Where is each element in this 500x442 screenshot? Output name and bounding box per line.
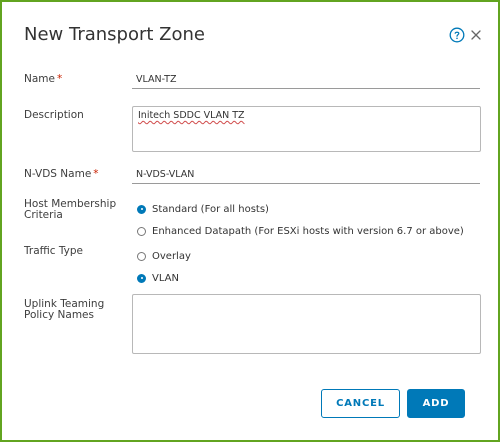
uplink-teaming-label: Uplink Teaming Policy Names xyxy=(24,299,104,321)
host-membership-label: Host Membership Criteria xyxy=(24,199,116,221)
required-marker: * xyxy=(56,73,63,85)
option-label: Standard (For all hosts) xyxy=(152,203,269,215)
add-button[interactable]: ADD xyxy=(407,389,465,418)
radio-unselected-icon[interactable] xyxy=(137,251,146,261)
name-label-text: Name xyxy=(24,73,55,85)
radio-unselected-icon[interactable] xyxy=(137,226,146,236)
host-membership-label-line2: Criteria xyxy=(24,209,63,221)
traffic-type-label: Traffic Type xyxy=(24,245,84,257)
description-label: Description xyxy=(24,109,84,121)
traffic-type-option-vlan[interactable]: VLAN xyxy=(137,271,179,285)
uplink-teaming-textarea[interactable] xyxy=(132,294,481,354)
option-label: Enhanced Datapath (For ESXi hosts with v… xyxy=(152,225,464,237)
dialog-title: New Transport Zone xyxy=(24,24,205,45)
option-label: VLAN xyxy=(152,272,179,284)
radio-selected-icon[interactable] xyxy=(137,204,146,214)
host-membership-option-enhanced[interactable]: Enhanced Datapath (For ESXi hosts with v… xyxy=(137,224,464,238)
help-circle-icon[interactable] xyxy=(449,27,465,43)
host-membership-option-standard[interactable]: Standard (For all hosts) xyxy=(137,202,269,216)
name-label: Name * xyxy=(24,74,62,85)
description-textarea[interactable]: Initech SDDC VLAN TZ xyxy=(132,106,481,152)
cancel-button[interactable]: CANCEL xyxy=(321,389,400,418)
name-input[interactable] xyxy=(132,71,480,89)
nvds-name-label: N-VDS Name * xyxy=(24,169,99,180)
option-label: Overlay xyxy=(152,250,191,262)
nvds-name-input[interactable] xyxy=(132,166,480,184)
traffic-type-option-overlay[interactable]: Overlay xyxy=(137,249,191,263)
nvds-name-label-text: N-VDS Name xyxy=(24,168,92,180)
radio-selected-icon[interactable] xyxy=(137,273,146,283)
uplink-teaming-label-line2: Policy Names xyxy=(24,309,94,321)
required-marker: * xyxy=(93,168,99,180)
close-icon[interactable] xyxy=(470,29,482,41)
new-transport-zone-dialog: New Transport Zone Name* Description Ini… xyxy=(2,2,498,440)
description-text: Initech SDDC VLAN TZ xyxy=(138,110,245,121)
